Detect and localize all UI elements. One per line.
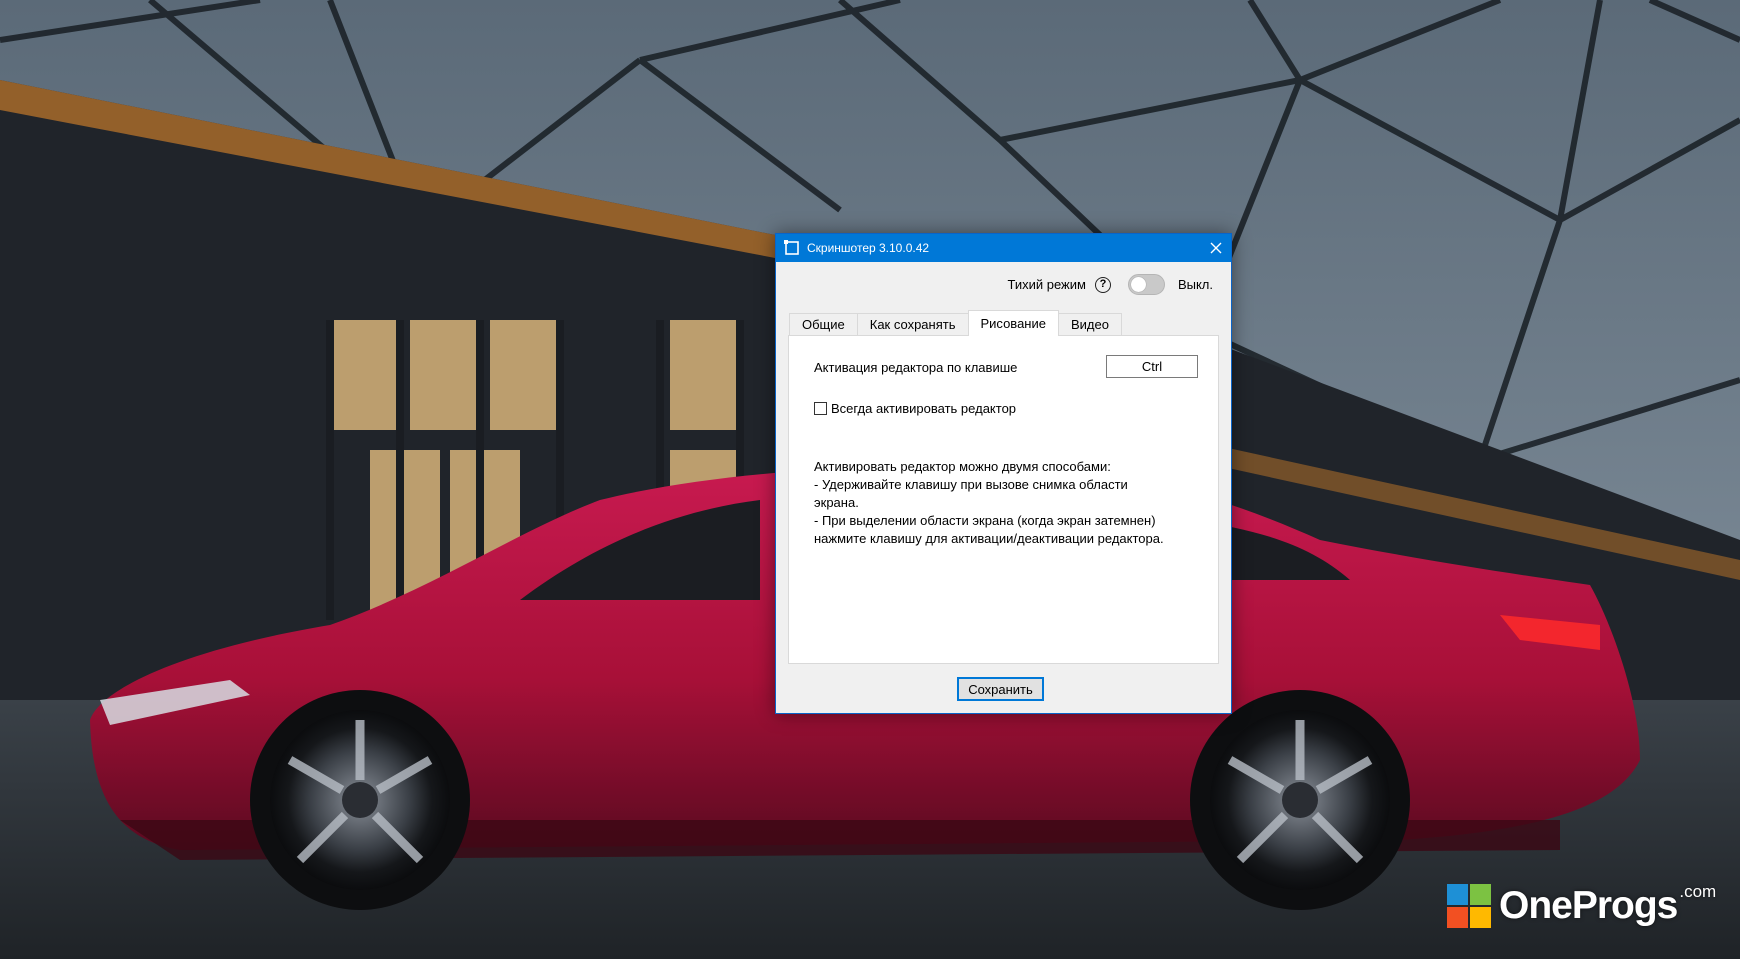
hotkey-input[interactable]: Ctrl (1106, 355, 1198, 378)
settings-dialog: Скриншотер 3.10.0.42 Тихий режим ? Выкл.… (775, 233, 1232, 714)
quiet-mode-row: Тихий режим ? Выкл. (1007, 274, 1213, 295)
quiet-mode-toggle[interactable] (1127, 274, 1165, 295)
close-button[interactable] (1201, 234, 1231, 262)
info-line: нажмите клавишу для активации/деактиваци… (814, 531, 1164, 546)
always-activate-label: Всегда активировать редактор (831, 401, 1017, 416)
toggle-knob (1130, 277, 1146, 292)
title-bar[interactable]: Скриншотер 3.10.0.42 (776, 234, 1231, 262)
watermark-suffix: .com (1679, 882, 1717, 901)
info-text: Активировать редактор можно двумя способ… (814, 458, 1204, 548)
always-activate-checkbox[interactable] (814, 402, 827, 415)
tab-save-as[interactable]: Как сохранять (856, 313, 969, 336)
tab-strip: Общие Как сохранять Рисование Видео (789, 310, 1122, 336)
oneprogs-watermark: OneProgs .com (1447, 882, 1717, 928)
info-line: экрана. (814, 495, 859, 510)
oneprogs-logo-icon (1447, 884, 1491, 928)
info-line: - При выделении области экрана (когда эк… (814, 513, 1156, 528)
tab-general[interactable]: Общие (789, 313, 858, 336)
info-line: - Удерживайте клавишу при вызове снимка … (814, 477, 1128, 492)
quiet-mode-label: Тихий режим (1007, 277, 1086, 292)
watermark-text: OneProgs (1499, 884, 1678, 927)
tab-drawing[interactable]: Рисование (967, 310, 1059, 336)
always-activate-option[interactable]: Всегда активировать редактор (814, 401, 1016, 416)
quiet-mode-state: Выкл. (1177, 277, 1213, 292)
hotkey-label: Активация редактора по клавише (814, 360, 1018, 375)
tab-video[interactable]: Видео (1057, 313, 1122, 336)
drawing-panel: Активация редактора по клавише Ctrl Всег… (788, 335, 1219, 664)
close-icon (1210, 242, 1222, 254)
save-button[interactable]: Сохранить (957, 677, 1044, 701)
window-title: Скриншотер 3.10.0.42 (807, 241, 930, 255)
help-icon[interactable]: ? (1094, 276, 1111, 293)
info-line: Активировать редактор можно двумя способ… (814, 459, 1111, 474)
screenshot-frame-icon (784, 240, 800, 256)
